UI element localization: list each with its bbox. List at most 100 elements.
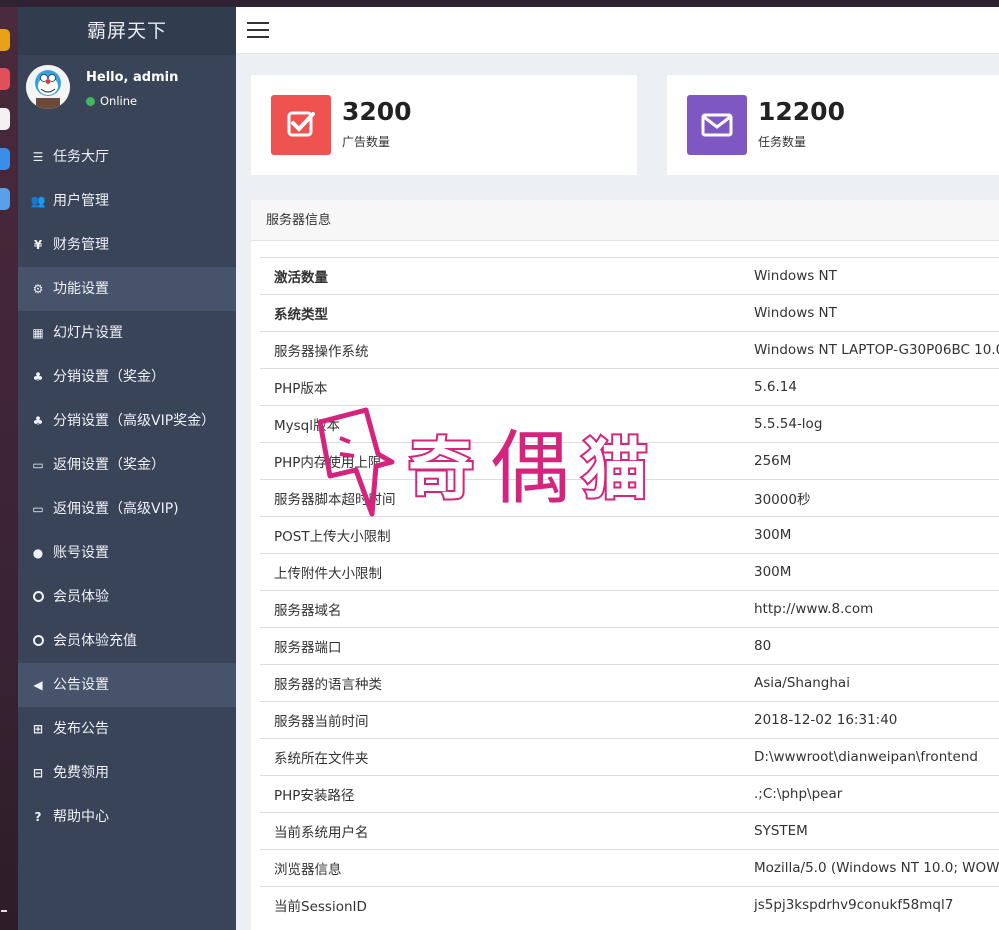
avatar[interactable] xyxy=(26,65,70,109)
dock-app-icon[interactable] xyxy=(0,29,10,51)
sidebar-item-label: 公告设置 xyxy=(53,677,109,693)
sidebar-item-label: 返佣设置（奖金） xyxy=(53,457,165,473)
sidebar-item-label: 幻灯片设置 xyxy=(53,325,123,341)
stat-value: 3200 xyxy=(342,97,412,126)
row-key: 服务器脚本超时时间 xyxy=(260,479,740,517)
row-value: Windows NT xyxy=(740,294,999,332)
table-row: 服务器脚本超时时间 30000秒 xyxy=(260,479,999,517)
sidebar-item-finance[interactable]: ¥ 财务管理 xyxy=(18,223,236,267)
sidebar-menu: ☰ 任务大厅 👥 用户管理 ¥ 财务管理 ⚙ 功能设置 ▦ 幻灯片设置 ♣ 分销设置（奖金）… xyxy=(18,135,236,839)
status-label: Online xyxy=(100,94,138,108)
dock-app-icon[interactable] xyxy=(0,68,10,90)
list-icon: ☰ xyxy=(32,150,44,164)
sidebar-item-account[interactable]: ● 账号设置 xyxy=(18,531,236,575)
row-value: 256M xyxy=(740,442,999,480)
sidebar-item-label: 任务大厅 xyxy=(53,149,109,165)
sidebar-item-label: 财务管理 xyxy=(53,237,109,253)
dock-marker xyxy=(1,910,7,912)
table-row: 系统所在文件夹 D:\wwwroot\dianweipan\frontend xyxy=(260,738,999,776)
table-row: Mysql版本 5.5.54-log xyxy=(260,405,999,443)
dock-app-icon[interactable] xyxy=(0,108,10,130)
sidebar-item-rebate-bonus[interactable]: ▭ 返佣设置（奖金） xyxy=(18,443,236,487)
table-row: 服务器当前时间 2018-12-02 16:31:40 xyxy=(260,701,999,739)
plus-square-icon: ⊞ xyxy=(32,722,44,736)
sidebar-item-user-management[interactable]: 👥 用户管理 xyxy=(18,179,236,223)
row-value: SYSTEM xyxy=(740,812,999,850)
sidebar-item-label: 用户管理 xyxy=(53,193,109,209)
row-value: Windows NT xyxy=(740,257,999,295)
circle-icon xyxy=(33,635,44,646)
user-icon: ● xyxy=(32,546,44,560)
sidebar-item-rebate-vip[interactable]: ▭ 返佣设置（高级VIP) xyxy=(18,487,236,531)
table-row: 上传附件大小限制 300M xyxy=(260,553,999,591)
row-key: Mysql版本 xyxy=(260,405,740,443)
desktop-dock xyxy=(0,7,18,930)
sidebar-item-label: 会员体验充值 xyxy=(53,633,137,649)
row-value: 5.6.14 xyxy=(740,368,999,406)
credit-card-icon: ▭ xyxy=(32,458,44,472)
row-key: 系统所在文件夹 xyxy=(260,738,740,776)
table-row: PHP内存使用上限 256M xyxy=(260,442,999,480)
row-value: 30000秒 xyxy=(740,479,999,517)
row-value: D:\wwwroot\dianweipan\frontend xyxy=(740,738,999,776)
sidebar-item-label: 分销设置（奖金） xyxy=(53,369,165,385)
question-circle-icon: ? xyxy=(34,810,42,824)
sidebar-item-distribution-bonus[interactable]: ♣ 分销设置（奖金） xyxy=(18,355,236,399)
sidebar-item-label: 分销设置（高级VIP奖金） xyxy=(53,413,216,429)
sidebar-item-label: 帮助中心 xyxy=(53,809,109,825)
sidebar-item-label: 账号设置 xyxy=(53,545,109,561)
user-panel: Hello, admin Online xyxy=(18,55,236,135)
row-value: 300M xyxy=(740,553,999,591)
user-greeting: Hello, admin xyxy=(86,70,179,85)
dock-app-icon[interactable] xyxy=(0,148,10,170)
dock-app-icon[interactable] xyxy=(0,188,10,210)
sidebar-item-task-hall[interactable]: ☰ 任务大厅 xyxy=(18,135,236,179)
row-value: js5pj3kspdrhv9conukf58mql7 xyxy=(740,886,999,924)
table-row: 服务器操作系统 Windows NT LAPTOP-G30P06BC 10.0 xyxy=(260,331,999,369)
server-info-panel: 服务器信息 激活数量 Windows NT 系统类型 Windows NT 服务器操作系… xyxy=(251,200,999,930)
table-row: 服务器域名 http://www.8.com xyxy=(260,590,999,628)
table-row: 当前系统用户名 SYSTEM xyxy=(260,812,999,850)
row-value: http://www.8.com xyxy=(740,590,999,628)
row-key: 当前系统用户名 xyxy=(260,812,740,850)
sidebar-item-member-trial-recharge[interactable]: 会员体验充值 xyxy=(18,619,236,663)
row-value: 2018-12-02 16:31:40 xyxy=(740,701,999,739)
row-key: 上传附件大小限制 xyxy=(260,553,740,591)
users-icon: 👥 xyxy=(30,194,46,208)
sidebar-item-publish-announcement[interactable]: ⊞ 发布公告 xyxy=(18,707,236,751)
stat-value: 12200 xyxy=(758,97,845,126)
sidebar-item-member-trial[interactable]: 会员体验 xyxy=(18,575,236,619)
row-value: 80 xyxy=(740,627,999,665)
row-key: 当前SessionID xyxy=(260,886,740,924)
sidebar-item-feature-settings[interactable]: ⚙ 功能设置 xyxy=(18,267,236,311)
film-icon: ▦ xyxy=(32,326,44,340)
main-content: 3200 广告数量 12200 任务数量 服务器信息 激活数量 Windows N… xyxy=(236,7,999,930)
sidebar-item-help-center[interactable]: ? 帮助中心 xyxy=(18,795,236,839)
sidebar-item-announcement-settings[interactable]: ◀ 公告设置 xyxy=(18,663,236,707)
menu-toggle-icon[interactable] xyxy=(247,22,269,38)
table-row: 服务器的语言种类 Asia/Shanghai xyxy=(260,664,999,702)
table-row: POST上传大小限制 300M xyxy=(260,516,999,554)
row-key: 服务器域名 xyxy=(260,590,740,628)
row-value: .;C:\php\pear xyxy=(740,775,999,813)
table-row: 浏览器信息 Mozilla/5.0 (Windows NT 10.0; WOW64 xyxy=(260,849,999,887)
row-key: 系统类型 xyxy=(260,294,740,332)
envelope-icon xyxy=(687,95,747,155)
row-key: PHP安装路径 xyxy=(260,775,740,813)
table-row: 系统类型 Windows NT xyxy=(260,294,999,332)
check-square-icon xyxy=(271,95,331,155)
panel-title: 服务器信息 xyxy=(251,200,999,241)
sidebar-item-distribution-vip[interactable]: ♣ 分销设置（高级VIP奖金） xyxy=(18,399,236,443)
row-value: 5.5.54-log xyxy=(740,405,999,443)
sidebar-item-slideshow[interactable]: ▦ 幻灯片设置 xyxy=(18,311,236,355)
stat-card-ads: 3200 广告数量 xyxy=(251,75,637,175)
table-row: PHP版本 5.6.14 xyxy=(260,368,999,406)
sitemap-icon: ♣ xyxy=(32,370,44,384)
bullhorn-icon: ◀ xyxy=(33,678,43,692)
brand-title[interactable]: 霸屏天下 xyxy=(18,7,236,55)
row-value: Mozilla/5.0 (Windows NT 10.0; WOW64 xyxy=(740,849,999,887)
row-key: PHP内存使用上限 xyxy=(260,442,740,480)
sidebar-item-free-claim[interactable]: ⊟ 免费领用 xyxy=(18,751,236,795)
row-key: POST上传大小限制 xyxy=(260,516,740,554)
stat-label: 广告数量 xyxy=(342,135,391,149)
